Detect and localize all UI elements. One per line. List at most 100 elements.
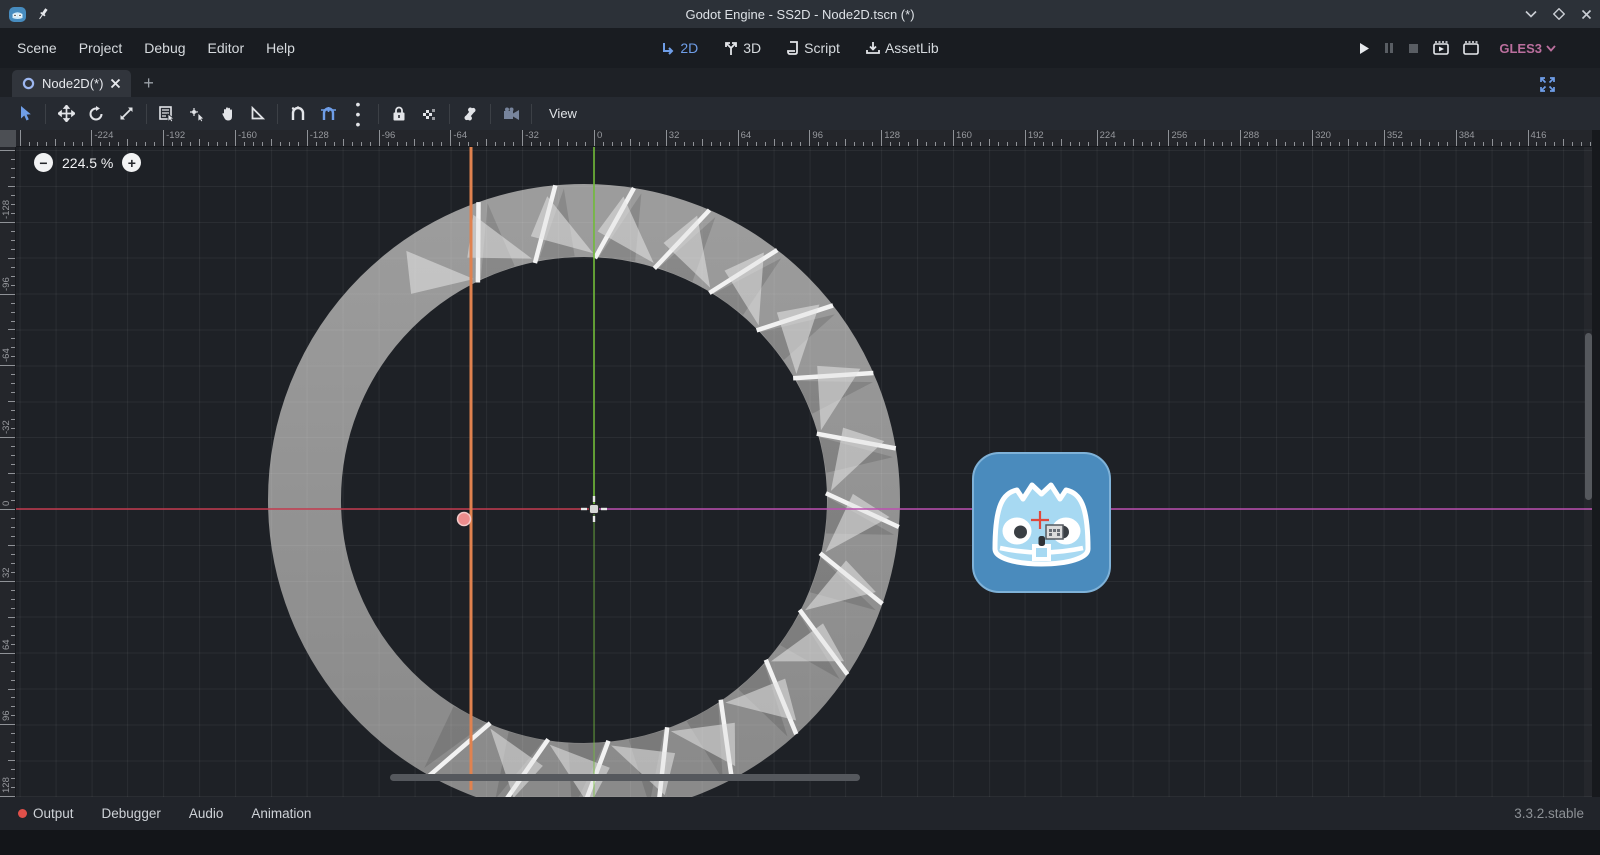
- ruler-label: 0: [597, 130, 602, 141]
- move-tool[interactable]: [51, 101, 81, 127]
- smart-snap-toggle[interactable]: [283, 101, 313, 127]
- ruler-tick: [262, 142, 263, 146]
- scene-tab-node2d[interactable]: Node2D(*): [12, 70, 131, 97]
- ruler-tick: [0, 222, 15, 223]
- move-pivot-tool[interactable]: [182, 101, 212, 127]
- pin-icon[interactable]: [37, 7, 49, 21]
- ruler-label: -64: [1, 349, 12, 363]
- pan-tool[interactable]: [212, 101, 242, 127]
- audio-panel-button[interactable]: Audio: [175, 806, 238, 821]
- output-panel-button[interactable]: Output: [4, 806, 88, 821]
- ruler-tick: [414, 139, 415, 146]
- zoom-level[interactable]: 224.5 %: [62, 155, 113, 171]
- ruler-tick: [289, 142, 290, 146]
- ruler-label: -192: [166, 130, 185, 141]
- ruler-tick: [226, 142, 227, 146]
- ruler-label: 288: [1243, 130, 1259, 141]
- ruler-tick: [370, 142, 371, 146]
- ruler-tick: [549, 142, 550, 146]
- rotate-tool[interactable]: [81, 101, 111, 127]
- select-tool[interactable]: [10, 101, 40, 127]
- menu-bar: Scene Project Debug Editor Help 2D 3D Sc…: [0, 28, 1600, 68]
- play-button[interactable]: [1358, 42, 1370, 55]
- ruler-tick: [1321, 142, 1322, 146]
- ruler-tick: [1510, 142, 1511, 146]
- ruler-label: 224: [1100, 130, 1116, 141]
- minimize-button[interactable]: [1525, 10, 1537, 18]
- close-button[interactable]: [1581, 9, 1592, 20]
- ruler-tick: [199, 139, 200, 146]
- maximize-button[interactable]: [1553, 8, 1565, 20]
- ruler-tick: [0, 581, 15, 582]
- ruler-tick: [989, 139, 990, 146]
- ruler-label: -96: [382, 130, 396, 141]
- workspace-3d-button[interactable]: 3D: [716, 40, 769, 56]
- distraction-free-button[interactable]: [1539, 76, 1556, 93]
- ruler-tick: [8, 401, 15, 402]
- ruler-tick: [1159, 142, 1160, 146]
- ruler-label: -224: [94, 130, 113, 141]
- workspace-assetlib-button[interactable]: AssetLib: [858, 40, 947, 56]
- ruler-tick: [1177, 142, 1178, 146]
- snap-options-menu[interactable]: •••: [343, 101, 373, 127]
- ruler-tick: [1348, 139, 1349, 146]
- tab-close-icon[interactable]: [110, 78, 121, 89]
- animation-panel-button[interactable]: Animation: [237, 806, 325, 821]
- ruler-tick: [917, 139, 918, 146]
- onion-skinning-button[interactable]: [496, 101, 526, 127]
- pause-button[interactable]: [1384, 42, 1394, 54]
- ruler-tick: [908, 142, 909, 146]
- ruler-tick: [1142, 142, 1143, 146]
- ruler-tick: [1052, 142, 1053, 146]
- workspace-2d-button[interactable]: 2D: [653, 40, 706, 56]
- ruler-tick: [1563, 139, 1564, 146]
- play-scene-button[interactable]: [1433, 41, 1449, 55]
- new-scene-tab-button[interactable]: +: [143, 73, 154, 94]
- ruler-tick: [693, 142, 694, 146]
- horizontal-ruler[interactable]: -224-192-160-128-96-64-32032649612816019…: [16, 130, 1592, 147]
- ruler-tick: [11, 527, 15, 528]
- workspace-script-button[interactable]: Script: [779, 40, 848, 56]
- ruler-tick: [791, 142, 792, 146]
- play-custom-scene-button[interactable]: [1463, 41, 1479, 55]
- ruler-tick: [756, 142, 757, 146]
- ruler-tick: [809, 130, 810, 146]
- ruler-tick: [29, 142, 30, 146]
- ruler-tick: [1294, 142, 1295, 146]
- ruler-tick: [0, 653, 15, 654]
- list-select-tool[interactable]: [152, 101, 182, 127]
- ruler-label: -128: [1, 200, 12, 219]
- vertical-ruler[interactable]: -128-96-64-320326496128: [0, 147, 16, 797]
- ruler-tick: [765, 142, 766, 146]
- ruler-tool[interactable]: [242, 101, 272, 127]
- grid-snap-toggle[interactable]: [313, 101, 343, 127]
- ruler-tick: [82, 142, 83, 146]
- ruler-tick: [0, 294, 15, 295]
- zoom-in-button[interactable]: +: [122, 153, 141, 172]
- renderer-select[interactable]: GLES3: [1499, 41, 1556, 56]
- scale-tool[interactable]: [111, 101, 141, 127]
- ruler-tick: [11, 410, 15, 411]
- vertical-scrollbar-thumb[interactable]: [1585, 333, 1592, 500]
- ruler-tick: [11, 680, 15, 681]
- debugger-panel-button[interactable]: Debugger: [88, 806, 175, 821]
- stop-button[interactable]: [1408, 43, 1419, 54]
- horizontal-scrollbar-thumb[interactable]: [390, 774, 860, 781]
- group-object-button[interactable]: [414, 101, 444, 127]
- ruler-tick: [11, 482, 15, 483]
- ruler-tick: [1007, 142, 1008, 146]
- ruler-tick: [800, 142, 801, 146]
- skeleton-bone-button[interactable]: [455, 101, 485, 127]
- zoom-widget: − 224.5 % +: [34, 153, 141, 172]
- ruler-tick: [8, 545, 15, 546]
- view-menu[interactable]: View: [537, 106, 589, 121]
- ruler-tick: [235, 130, 236, 146]
- ruler-tick: [11, 706, 15, 707]
- ruler-tick: [863, 142, 864, 146]
- ruler-label: -160: [238, 130, 257, 141]
- zoom-out-button[interactable]: −: [34, 153, 53, 172]
- ruler-tick: [11, 374, 15, 375]
- lock-object-button[interactable]: [384, 101, 414, 127]
- 2d-viewport[interactable]: − 224.5 % +: [16, 147, 1592, 797]
- ruler-corner: [0, 130, 16, 147]
